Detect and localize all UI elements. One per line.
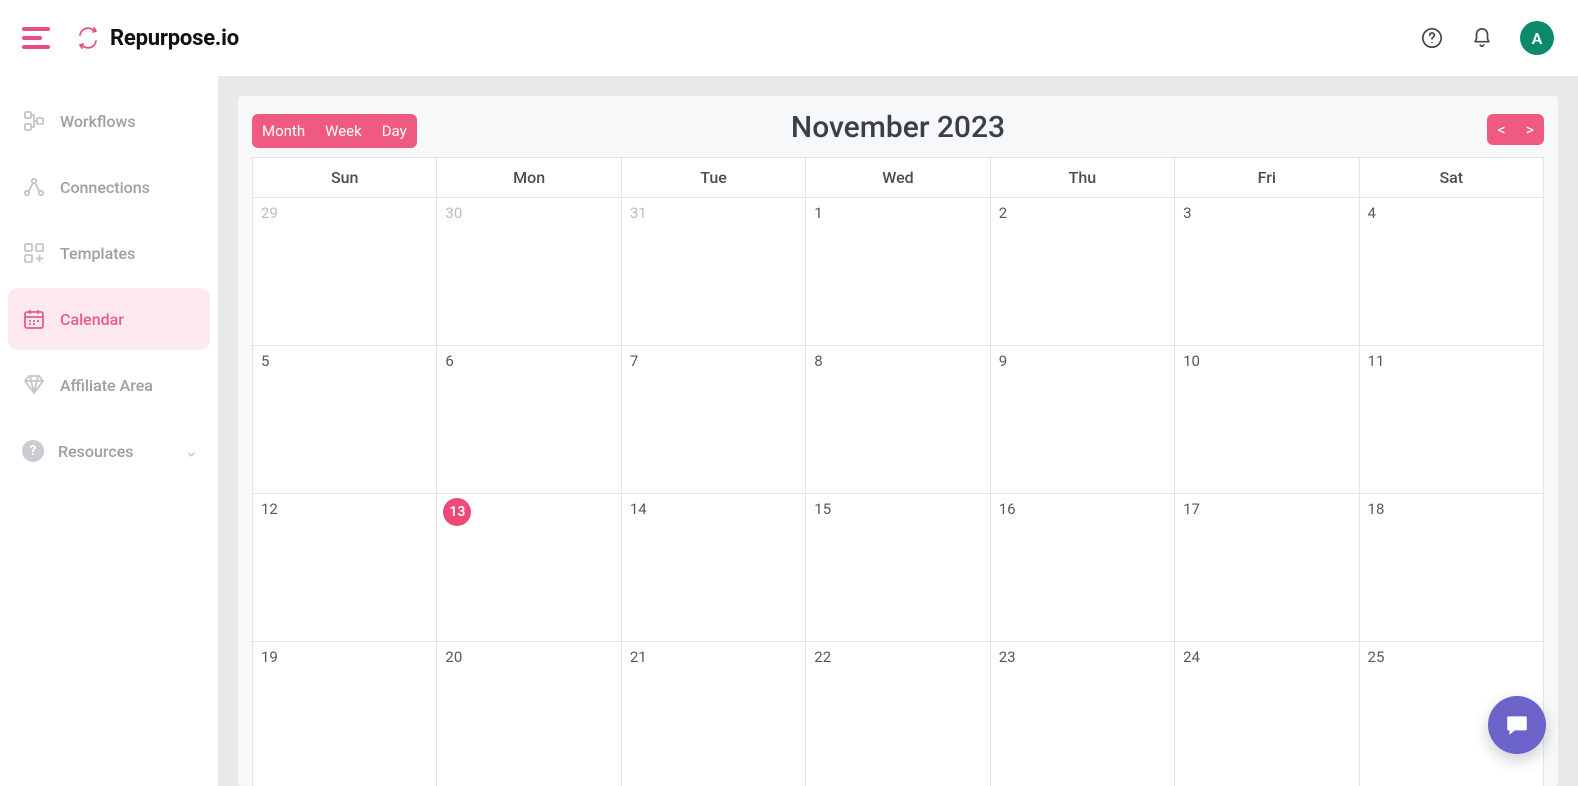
- day-header: Mon: [437, 158, 621, 198]
- sidebar-item-workflows[interactable]: Workflows: [8, 90, 210, 152]
- calendar-day-cell[interactable]: 17: [1175, 494, 1359, 642]
- sidebar-item-calendar[interactable]: Calendar: [8, 288, 210, 350]
- calendar-day-cell[interactable]: 20: [437, 642, 621, 786]
- calendar-day-cell[interactable]: 12: [253, 494, 437, 642]
- calendar-week-row: 567891011: [253, 346, 1544, 494]
- sidebar-item-label: Resources: [58, 442, 134, 461]
- calendar-day-cell[interactable]: 6: [437, 346, 621, 494]
- calendar-day-cell[interactable]: 14: [621, 494, 805, 642]
- calendar-week-row: 19202122232425: [253, 642, 1544, 786]
- calendar-day-cell[interactable]: 21: [621, 642, 805, 786]
- calendar-day-cell[interactable]: 2: [990, 198, 1174, 346]
- calendar-day-cell[interactable]: 11: [1359, 346, 1543, 494]
- calendar-day-cell[interactable]: 19: [253, 642, 437, 786]
- logo-icon: [76, 26, 100, 50]
- view-week-button[interactable]: Week: [315, 114, 372, 148]
- day-header: Wed: [806, 158, 990, 198]
- calendar-day-cell[interactable]: 10: [1175, 346, 1359, 494]
- calendar-day-cell[interactable]: 24: [1175, 642, 1359, 786]
- calendar-day-cell[interactable]: 13: [437, 494, 621, 642]
- calendar-day-cell[interactable]: 8: [806, 346, 990, 494]
- templates-icon: [22, 241, 46, 265]
- user-avatar[interactable]: A: [1520, 21, 1554, 55]
- notifications-button[interactable]: [1470, 26, 1494, 50]
- calendar-day-cell[interactable]: 1: [806, 198, 990, 346]
- next-button[interactable]: >: [1516, 114, 1544, 145]
- sidebar: Workflows Connections Templates: [0, 76, 218, 786]
- sidebar-item-label: Affiliate Area: [60, 376, 153, 395]
- calendar-header: Month Week Day November 2023 < >: [252, 110, 1544, 145]
- calendar-day-headers: Sun Mon Tue Wed Thu Fri Sat: [253, 158, 1544, 198]
- sidebar-item-label: Calendar: [60, 310, 124, 329]
- calendar-day-cell[interactable]: 4: [1359, 198, 1543, 346]
- view-day-button[interactable]: Day: [372, 114, 417, 148]
- menu-toggle-button[interactable]: [22, 27, 50, 49]
- view-switch: Month Week Day: [252, 114, 417, 148]
- brand-logo[interactable]: Repurpose.io: [76, 26, 239, 51]
- calendar-day-cell[interactable]: 5: [253, 346, 437, 494]
- calendar-card: Month Week Day November 2023 < > Sun Mon…: [238, 96, 1558, 786]
- main-content: Month Week Day November 2023 < > Sun Mon…: [218, 76, 1578, 786]
- calendar-day-cell[interactable]: 16: [990, 494, 1174, 642]
- calendar-nav: < >: [1487, 114, 1544, 145]
- help-icon: [1421, 27, 1443, 49]
- prev-button[interactable]: <: [1487, 114, 1515, 145]
- calendar-day-cell[interactable]: 7: [621, 346, 805, 494]
- calendar-day-cell[interactable]: 9: [990, 346, 1174, 494]
- chevron-down-icon: ⌄: [185, 442, 198, 461]
- calendar-day-cell[interactable]: 15: [806, 494, 990, 642]
- calendar-grid: Sun Mon Tue Wed Thu Fri Sat 293031123456…: [252, 157, 1544, 786]
- view-month-button[interactable]: Month: [252, 114, 315, 148]
- calendar-day-cell[interactable]: 3: [1175, 198, 1359, 346]
- sidebar-item-label: Templates: [60, 244, 135, 263]
- day-header: Sat: [1359, 158, 1543, 198]
- bell-icon: [1471, 27, 1493, 49]
- sidebar-item-label: Connections: [60, 178, 150, 197]
- calendar-week-row: 2930311234: [253, 198, 1544, 346]
- question-icon: ?: [22, 440, 44, 462]
- chat-icon: [1504, 712, 1530, 738]
- calendar-day-cell[interactable]: 30: [437, 198, 621, 346]
- chat-widget-button[interactable]: [1488, 696, 1546, 754]
- diamond-icon: [22, 373, 46, 397]
- calendar-day-cell[interactable]: 22: [806, 642, 990, 786]
- sidebar-item-connections[interactable]: Connections: [8, 156, 210, 218]
- calendar-day-cell[interactable]: 29: [253, 198, 437, 346]
- help-button[interactable]: [1420, 26, 1444, 50]
- workflow-icon: [22, 109, 46, 133]
- calendar-day-cell[interactable]: 31: [621, 198, 805, 346]
- sidebar-item-templates[interactable]: Templates: [8, 222, 210, 284]
- day-header: Fri: [1175, 158, 1359, 198]
- day-header: Thu: [990, 158, 1174, 198]
- sidebar-item-label: Workflows: [60, 112, 136, 131]
- sidebar-item-affiliate[interactable]: Affiliate Area: [8, 354, 210, 416]
- calendar-day-cell[interactable]: 18: [1359, 494, 1543, 642]
- connections-icon: [22, 175, 46, 199]
- topbar: Repurpose.io A: [0, 0, 1578, 76]
- day-header: Sun: [253, 158, 437, 198]
- calendar-title: November 2023: [791, 110, 1005, 145]
- today-indicator: 13: [443, 498, 471, 526]
- calendar-icon: [22, 307, 46, 331]
- brand-name: Repurpose.io: [110, 26, 239, 51]
- day-header: Tue: [621, 158, 805, 198]
- calendar-week-row: 1213 1415161718: [253, 494, 1544, 642]
- calendar-day-cell[interactable]: 23: [990, 642, 1174, 786]
- sidebar-item-resources[interactable]: ? Resources ⌄: [8, 420, 210, 482]
- avatar-initial: A: [1532, 29, 1543, 48]
